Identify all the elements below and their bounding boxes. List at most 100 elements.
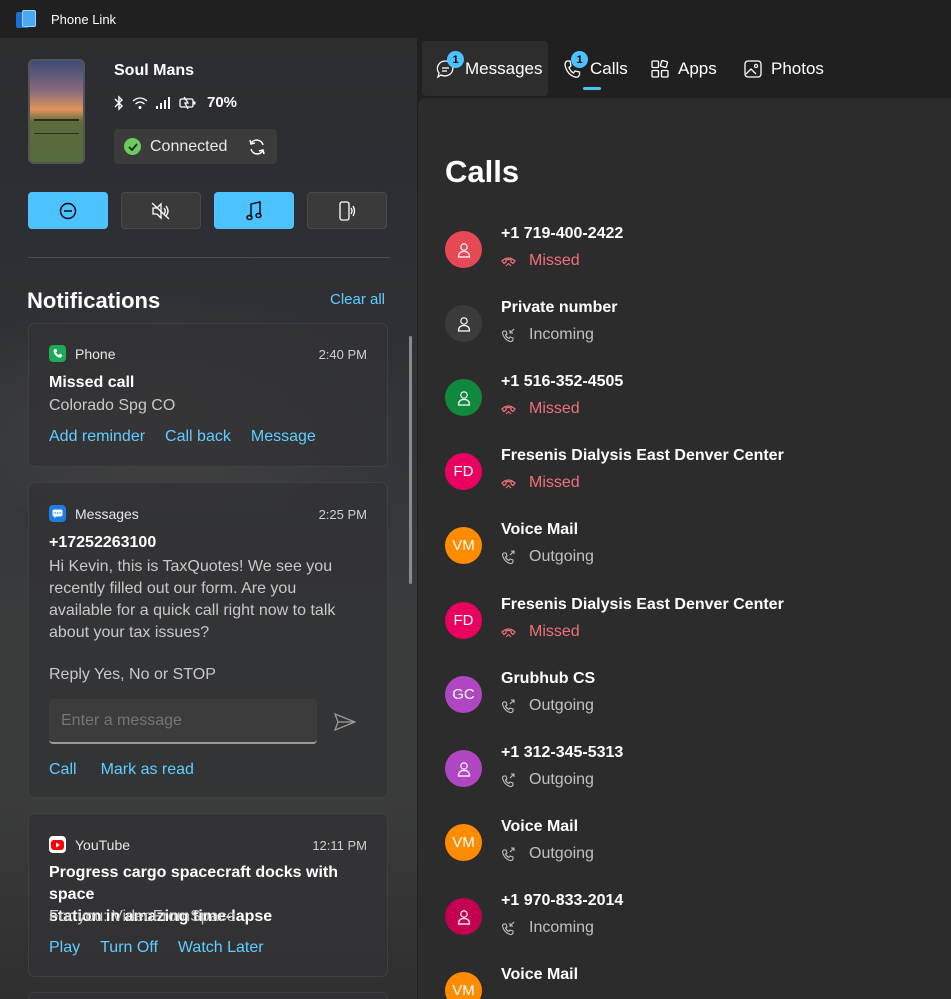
call-row[interactable]: VM Voice Mail Outgoing [445,818,945,888]
call-row[interactable]: +1 312-345-5313 Outgoing [445,744,945,814]
cellular-signal-icon [156,96,170,109]
notification-card-partial[interactable] [28,992,388,999]
call-row[interactable]: VM Voice Mail [445,966,945,999]
notification-card-messages[interactable]: Messages 2:25 PM +17252263100 Hi Kevin, … [28,482,388,798]
notification-actions: Add reminder Call back Message [49,428,316,446]
missed-call-icon [501,477,522,489]
device-wallpaper-thumbnail[interactable] [28,59,85,164]
call-row[interactable]: VM Voice Mail Outgoing [445,521,945,591]
do-not-disturb-button[interactable] [28,192,108,229]
call-status: Missed [501,400,580,418]
title-bar: Phone Link [0,0,951,38]
call-row[interactable]: +1 516-352-4505 Missed [445,373,945,443]
quick-settings [28,192,387,229]
tab-badge: 1 [447,51,464,68]
phone-app-icon [49,345,66,362]
outgoing-call-icon [501,772,522,788]
person-icon [445,750,482,787]
missed-call-icon [501,403,522,415]
notification-card-phone[interactable]: Phone 2:40 PM Missed call Colorado Spg C… [28,323,388,467]
caller-name: +1 719-400-2422 [501,225,624,242]
speaker-mute-icon [151,201,170,220]
person-icon [445,898,482,935]
outgoing-call-icon [501,698,522,714]
call-status: Incoming [501,919,594,937]
refresh-icon[interactable] [247,137,267,157]
divider [28,257,390,258]
connection-status: Connected [114,129,277,164]
connection-status-label: Connected [150,137,228,155]
notification-time: 2:25 PM [318,507,367,522]
tab-messages[interactable]: Messages 1 [422,41,548,96]
mark-as-read-link[interactable]: Mark as read [101,761,194,779]
call-row[interactable]: FD Fresenis Dialysis East Denver Center Mi… [445,596,945,666]
notification-app: Messages [49,505,139,522]
clear-all-link[interactable]: Clear all [330,291,385,308]
contact-avatar: GC [445,676,482,713]
device-status-row: 70% [114,94,237,111]
notification-body: Colorado Spg CO [49,397,176,414]
app-title: Phone Link [51,11,117,27]
contact-avatar: VM [445,824,482,861]
messages-app-icon [49,505,66,522]
notifications-scrollbar[interactable] [409,336,412,584]
person-icon [445,231,482,268]
page-title: Calls [445,154,520,189]
notification-footer: Reply Yes, No or STOP [49,666,216,683]
call-status: Missed [501,474,580,492]
play-link[interactable]: Play [49,939,80,957]
phone-link-logo-icon [16,10,36,28]
media-button[interactable] [214,192,294,229]
call-row[interactable]: FD Fresenis Dialysis East Denver Center Mi… [445,447,945,517]
caller-name: Voice Mail [501,966,579,983]
turn-off-link[interactable]: Turn Off [100,939,158,957]
notification-app: Phone [49,345,115,362]
call-back-link[interactable]: Call back [165,428,231,446]
notification-body: Hi Kevin, this is TaxQuotes! We see you … [49,558,336,641]
call-row[interactable]: GC Grubhub CS Outgoing [445,670,945,740]
caller-name: +1 970-833-2014 [501,892,624,909]
caller-name: +1 516-352-4505 [501,373,624,390]
battery-saver-icon [179,96,196,109]
contact-avatar: VM [445,972,482,999]
add-reminder-link[interactable]: Add reminder [49,428,145,446]
missed-call-icon [501,255,522,267]
contact-avatar: VM [445,527,482,564]
outgoing-call-icon [501,549,522,565]
battery-percentage: 70% [207,94,238,111]
send-icon[interactable] [334,713,356,731]
wifi-icon [132,96,148,109]
notification-card-youtube[interactable]: YouTube 12:11 PM Progress cargo spacecra… [28,813,388,977]
caller-name: Voice Mail [501,521,579,538]
call-link[interactable]: Call [49,761,77,779]
tab-photos[interactable]: Photos [744,41,824,96]
youtube-app-icon [49,836,66,853]
reply-message-input[interactable] [49,699,317,744]
selected-tab-indicator [583,87,601,90]
call-status: Outgoing [501,697,594,715]
tab-bar: Messages 1 Calls 1 Apps Photos [418,38,951,98]
caller-name: Grubhub CS [501,670,596,687]
person-icon [445,379,482,416]
call-row[interactable]: +1 719-400-2422 Missed [445,225,945,295]
call-row[interactable]: Private number Incoming [445,299,945,369]
caller-name: Fresenis Dialysis East Denver Center [501,447,784,464]
image-icon [744,59,762,78]
mute-button[interactable] [121,192,201,229]
caller-name: Private number [501,299,618,316]
caller-name: +1 312-345-5313 [501,744,624,761]
notification-time: 12:11 PM [312,838,367,853]
notifications-header: Notifications [27,288,161,313]
caller-name: Fresenis Dialysis East Denver Center [501,596,784,613]
audio-device-button[interactable] [307,192,387,229]
watch-later-link[interactable]: Watch Later [178,939,264,957]
call-status: Missed [501,623,580,641]
message-link[interactable]: Message [251,428,316,446]
apps-grid-icon [651,59,669,78]
tab-apps[interactable]: Apps [651,41,717,96]
notification-body: For you: VideoFromSpace [49,908,236,925]
call-status: Outgoing [501,845,594,863]
call-status: Missed [501,252,580,270]
call-row[interactable]: +1 970-833-2014 Incoming [445,892,945,962]
music-note-icon [246,200,262,220]
